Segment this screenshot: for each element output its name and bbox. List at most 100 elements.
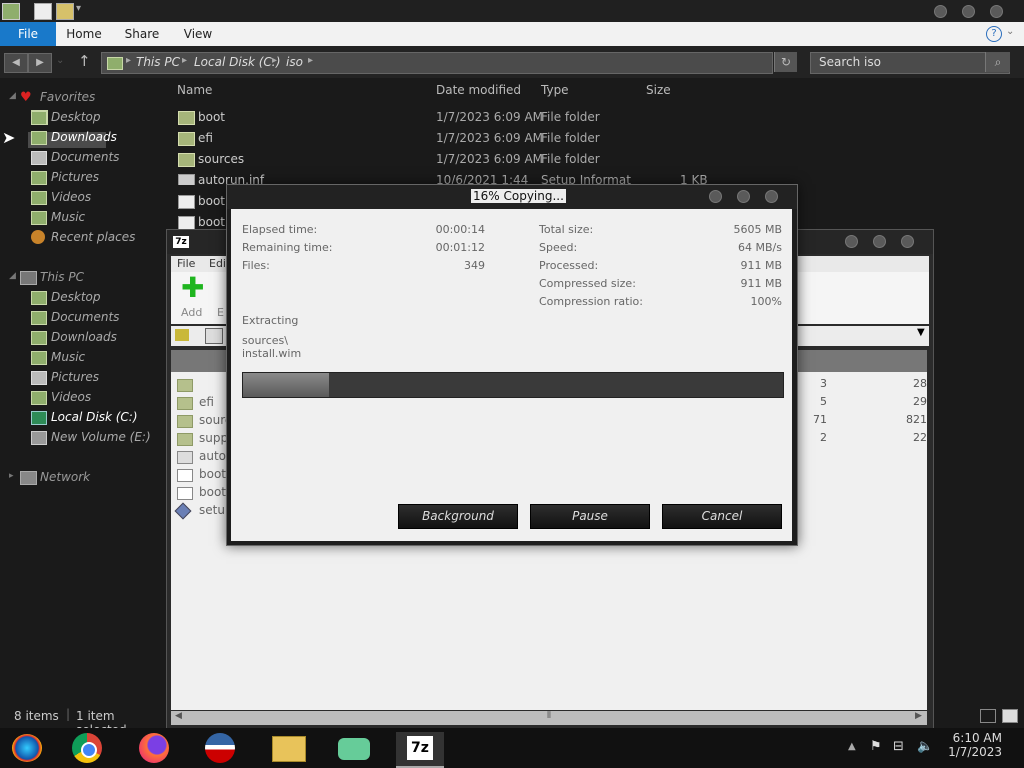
circle-logo-icon bbox=[205, 733, 235, 763]
scroll-left-icon[interactable]: ◀ bbox=[175, 711, 182, 721]
tab-share[interactable]: Share bbox=[118, 22, 166, 46]
chrome-taskbar-button[interactable] bbox=[64, 732, 112, 764]
help-icon[interactable]: ? bbox=[986, 26, 1002, 42]
sidebar-item-pc-videos[interactable]: Videos bbox=[51, 390, 91, 404]
sidebar-item-pc-music[interactable]: Music bbox=[51, 350, 85, 364]
add-button-label[interactable]: Add bbox=[181, 306, 202, 319]
ribbon-expand-icon[interactable]: ⌄ bbox=[1006, 26, 1014, 37]
explorer-taskbar-button[interactable] bbox=[264, 732, 312, 764]
extract-button-label[interactable]: E bbox=[217, 306, 224, 319]
new-folder-icon[interactable] bbox=[56, 3, 74, 20]
sidebar-item-pc-documents[interactable]: Documents bbox=[51, 310, 119, 324]
app-taskbar-button[interactable] bbox=[196, 732, 244, 764]
this-pc-header[interactable]: This PC bbox=[40, 270, 84, 284]
dropdown-arrow-icon[interactable]: ▼ bbox=[917, 327, 925, 338]
file-row[interactable]: bootmgr.efi bbox=[170, 213, 226, 229]
breadcrumb-iso[interactable]: iso bbox=[286, 55, 303, 69]
sevenzip-taskbar-button[interactable]: 7z bbox=[396, 732, 444, 768]
close-button[interactable] bbox=[901, 235, 914, 248]
sidebar-item-downloads[interactable]: Downloads bbox=[51, 130, 117, 144]
sidebar-item-pictures[interactable]: Pictures bbox=[51, 170, 99, 184]
minimize-button[interactable] bbox=[709, 190, 722, 203]
maximize-button[interactable] bbox=[873, 235, 886, 248]
up-arrow-icon[interactable]: ↑ bbox=[78, 52, 91, 70]
network-header[interactable]: Network bbox=[40, 470, 90, 484]
close-button[interactable] bbox=[765, 190, 778, 203]
properties-icon[interactable] bbox=[34, 3, 52, 20]
pause-button[interactable]: Pause bbox=[530, 504, 650, 529]
sidebar-item-music[interactable]: Music bbox=[51, 210, 85, 224]
large-icons-view-icon[interactable] bbox=[1002, 709, 1018, 723]
elapsed-time-value: 00:00:14 bbox=[435, 223, 485, 236]
sidebar-item-local-disk[interactable]: Local Disk (C:) bbox=[51, 410, 138, 424]
volume-icon[interactable]: 🔈 bbox=[917, 739, 933, 754]
column-name[interactable]: Name bbox=[177, 83, 212, 97]
clock-date: 1/7/2023 bbox=[948, 745, 1002, 759]
column-type[interactable]: Type bbox=[541, 83, 569, 97]
search-icon[interactable]: ⌕ bbox=[985, 52, 1010, 72]
network-icon bbox=[20, 471, 37, 485]
network-app-taskbar-button[interactable] bbox=[330, 732, 378, 764]
firefox-taskbar-button[interactable] bbox=[130, 732, 178, 764]
forward-button[interactable]: ▶ bbox=[28, 53, 52, 73]
sidebar-item-desktop[interactable]: Desktop bbox=[31, 110, 101, 125]
action-center-flag-icon[interactable]: ⚑ bbox=[870, 739, 882, 754]
chevron-down-icon[interactable]: ▾ bbox=[76, 3, 92, 18]
favorites-header[interactable]: Favorites bbox=[40, 90, 95, 104]
menu-file[interactable]: File bbox=[177, 257, 195, 270]
tab-view[interactable]: View bbox=[174, 22, 222, 46]
network-icon[interactable]: ⊟ bbox=[893, 739, 904, 754]
background-button[interactable]: Background bbox=[398, 504, 518, 529]
desktop-icon bbox=[31, 111, 47, 125]
maximize-button[interactable] bbox=[737, 190, 750, 203]
file-icon bbox=[177, 487, 193, 500]
expand-arrow-icon[interactable]: ▸ bbox=[9, 471, 14, 481]
file-row[interactable]: autorun.inf 10/6/2021 1:44 Setup Informa… bbox=[170, 171, 770, 185]
details-view-icon[interactable] bbox=[980, 709, 996, 723]
column-date-modified[interactable]: Date modified bbox=[436, 83, 521, 97]
tab-home[interactable]: Home bbox=[60, 22, 108, 46]
add-icon[interactable]: ✚ bbox=[181, 274, 204, 302]
column-size[interactable]: Size bbox=[646, 83, 671, 97]
scroll-thumb[interactable]: ⦀ bbox=[547, 711, 551, 721]
expand-arrow-icon[interactable]: ◢ bbox=[9, 91, 16, 101]
minimize-button[interactable] bbox=[845, 235, 858, 248]
minimize-button[interactable] bbox=[934, 5, 947, 18]
iso-icon bbox=[205, 328, 223, 344]
sidebar-item-pc-desktop[interactable]: Desktop bbox=[51, 290, 101, 304]
file-row[interactable]: bootmgr bbox=[170, 192, 226, 212]
breadcrumb-this-pc[interactable]: This PC bbox=[136, 55, 180, 69]
refresh-icon[interactable]: ↻ bbox=[774, 52, 797, 72]
search-input[interactable]: Search iso ⌕ bbox=[810, 52, 1010, 74]
system-clock[interactable]: 6:10 AM 1/7/2023 bbox=[942, 731, 1002, 759]
close-button[interactable] bbox=[990, 5, 1003, 18]
cancel-button[interactable]: Cancel bbox=[662, 504, 782, 529]
horizontal-scrollbar[interactable]: ◀ ⦀ ▶ bbox=[171, 711, 927, 725]
sidebar-item-recent-places[interactable]: Recent places bbox=[51, 230, 135, 244]
taskbar: 7z ▲ ⚑ ⊟ 🔈 6:10 AM 1/7/2023 bbox=[0, 728, 1024, 768]
sidebar-item-videos[interactable]: Videos bbox=[51, 190, 91, 204]
settings-file-icon bbox=[178, 174, 195, 185]
maximize-button[interactable] bbox=[962, 5, 975, 18]
scroll-right-icon[interactable]: ▶ bbox=[915, 711, 922, 721]
show-hidden-icons-icon[interactable]: ▲ bbox=[848, 741, 856, 752]
mouse-cursor-icon: ➤ bbox=[2, 128, 16, 147]
sidebar-item-pc-downloads[interactable]: Downloads bbox=[51, 330, 117, 344]
sidebar-item-new-volume[interactable]: New Volume (E:) bbox=[51, 430, 151, 444]
back-button[interactable]: ◀ bbox=[4, 53, 28, 73]
up-folder-icon[interactable] bbox=[175, 329, 189, 341]
sidebar-item-documents[interactable]: Documents bbox=[51, 150, 119, 164]
file-row[interactable]: boot 1/7/2023 6:09 AM File folder bbox=[170, 108, 770, 128]
sidebar-item-pc-pictures[interactable]: Pictures bbox=[51, 370, 99, 384]
start-button[interactable] bbox=[6, 732, 54, 764]
pictures-icon bbox=[31, 371, 47, 385]
expand-arrow-icon[interactable]: ◢ bbox=[9, 271, 16, 281]
item-files: 22 bbox=[913, 431, 927, 444]
file-row[interactable]: efi 1/7/2023 6:09 AM File folder bbox=[170, 129, 770, 149]
file-icon bbox=[178, 216, 195, 229]
address-bar[interactable]: ▸ This PC ▸ Local Disk (C:) ▸ iso ▸ ↻ bbox=[101, 52, 797, 74]
breadcrumb-local-disk[interactable]: Local Disk (C:) bbox=[194, 55, 281, 69]
tab-file[interactable]: File bbox=[0, 22, 56, 46]
recent-locations-icon[interactable]: ⌄ bbox=[56, 55, 64, 66]
file-row[interactable]: sources 1/7/2023 6:09 AM File folder bbox=[170, 150, 770, 170]
